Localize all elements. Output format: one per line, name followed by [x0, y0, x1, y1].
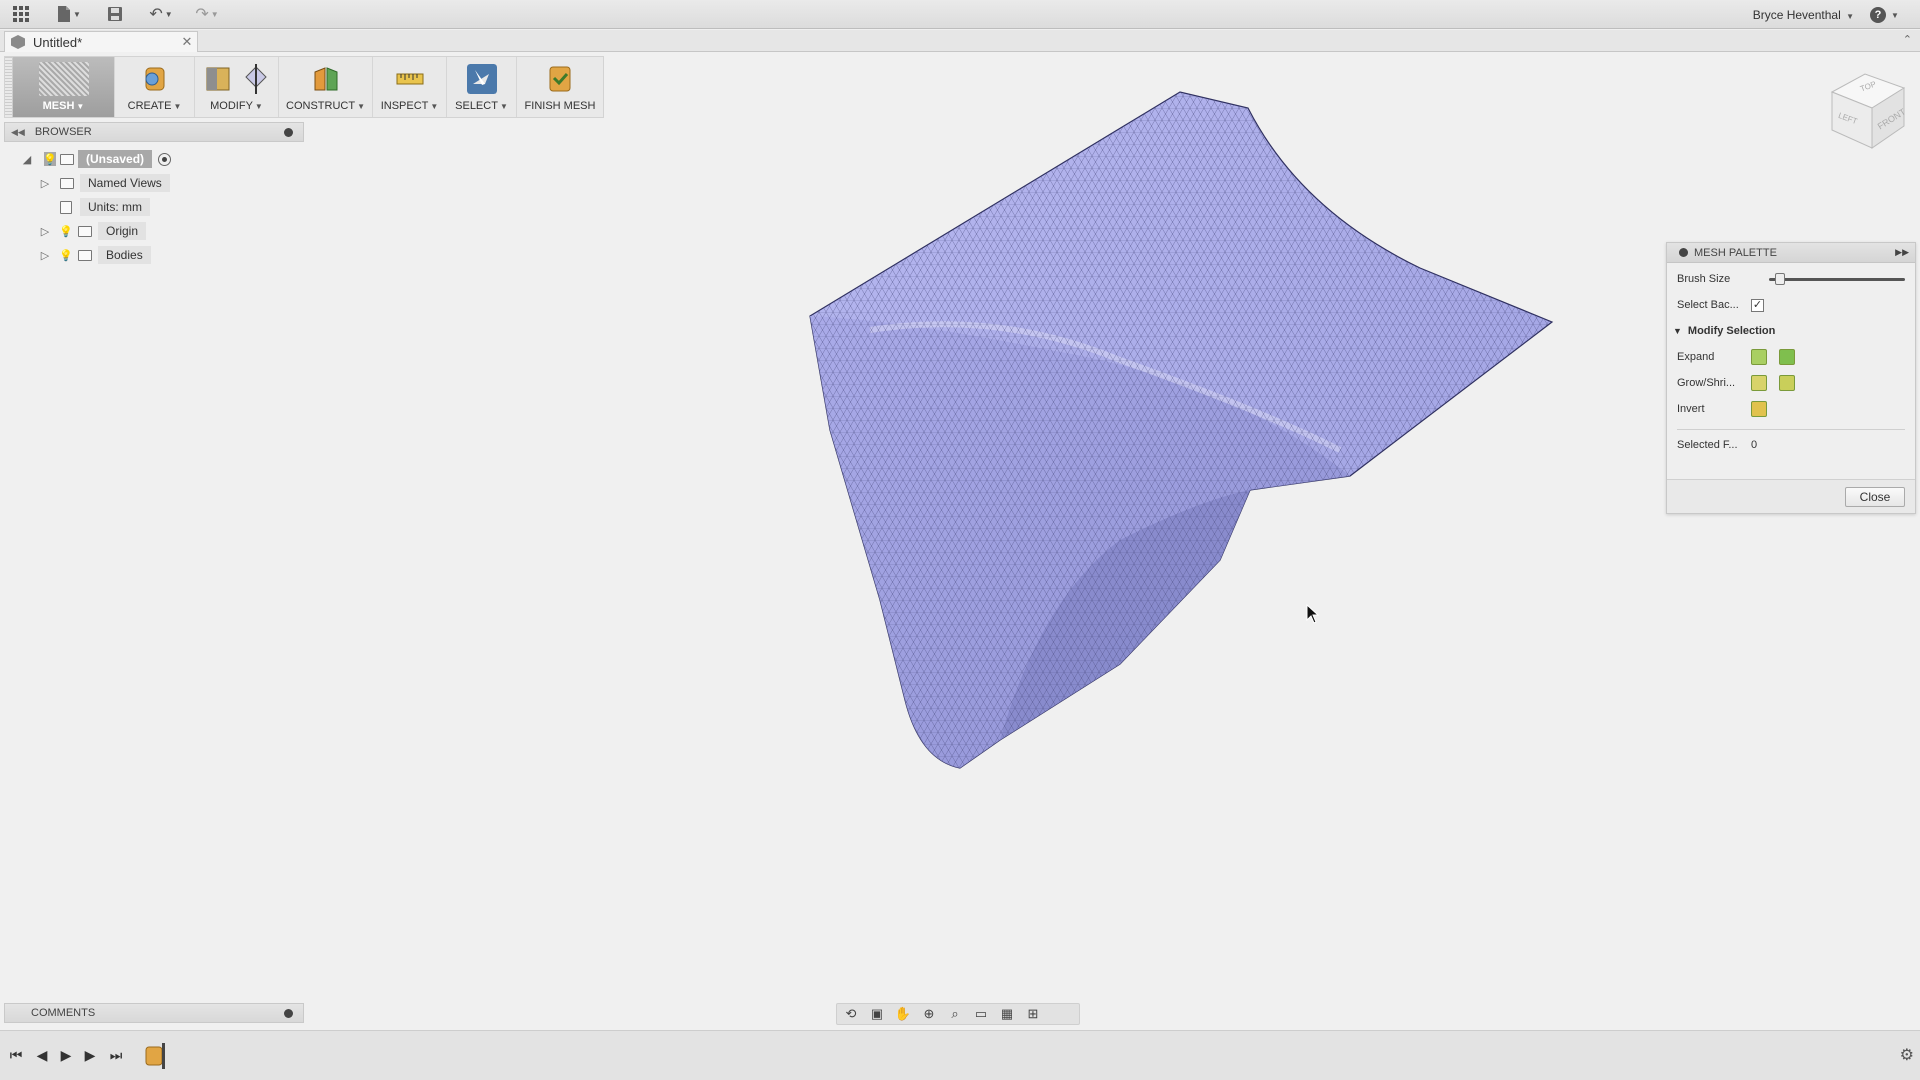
timeline-bar: ⏮ ◀ ▶ ▶ ⏭ ⚙ — [0, 1030, 1920, 1080]
slider-track — [1769, 278, 1905, 281]
select-back-label: Select Bac... — [1677, 299, 1739, 311]
navigation-bar: ⟲ ▣ ✋ ⊕ ⌕ ▭ ▦ ⊞ — [836, 1003, 1080, 1025]
palette-divider — [1677, 429, 1905, 430]
expand-by-face-icon[interactable] — [1751, 349, 1767, 365]
comments-panel: COMMENTS — [4, 1003, 304, 1023]
brush-size-label: Brush Size — [1677, 273, 1731, 285]
grow-shrink-label: Grow/Shri... — [1677, 377, 1736, 389]
expand-row: Expand — [1677, 347, 1807, 367]
pan-hand-icon[interactable]: ✋ — [893, 1006, 913, 1022]
invert-label: Invert — [1677, 403, 1705, 415]
orbit-icon[interactable]: ⟲ — [841, 1006, 861, 1022]
close-button[interactable]: Close — [1845, 487, 1905, 507]
brush-size-row: Brush Size — [1677, 269, 1907, 289]
grow-selection-icon[interactable] — [1751, 375, 1767, 391]
step-back-icon[interactable]: ◀ — [32, 1045, 52, 1065]
viewcube[interactable]: TOP FRONT LEFT — [1820, 64, 1910, 154]
comments-header[interactable]: COMMENTS — [4, 1003, 304, 1023]
comments-title: COMMENTS — [31, 1007, 96, 1019]
zoom-window-icon[interactable]: ⌕ — [945, 1006, 965, 1022]
slider-thumb[interactable] — [1775, 273, 1786, 285]
step-forward-icon[interactable]: ▶ — [80, 1045, 100, 1065]
go-to-start-icon[interactable]: ⏮ — [6, 1045, 26, 1065]
mesh-palette-header[interactable]: MESH PALETTE ▶▶ — [1667, 243, 1915, 263]
add-comment-icon[interactable] — [284, 1008, 293, 1018]
select-back-checkbox[interactable]: ✓ — [1751, 298, 1764, 312]
select-back-row: Select Bac... ✓ — [1677, 295, 1764, 315]
brush-size-slider[interactable] — [1769, 269, 1905, 289]
settings-gear-icon[interactable]: ⚙ — [1900, 1045, 1914, 1065]
look-at-icon[interactable]: ▣ — [867, 1006, 887, 1022]
selected-faces-label: Selected F... — [1677, 439, 1738, 451]
grow-shrink-row: Grow/Shri... — [1677, 373, 1807, 393]
mesh-body[interactable] — [809, 91, 1554, 769]
viewport-canvas[interactable] — [0, 0, 1920, 1080]
mesh-palette-title: MESH PALETTE — [1694, 246, 1777, 259]
palette-pin-icon[interactable] — [1679, 248, 1688, 257]
mouse-cursor-icon — [1306, 604, 1320, 624]
play-icon[interactable]: ▶ — [56, 1045, 76, 1065]
display-settings-icon[interactable]: ▭ — [971, 1006, 991, 1022]
viewports-icon[interactable]: ⊞ — [1023, 1006, 1043, 1022]
modify-selection-title: Modify Selection — [1687, 325, 1776, 337]
timeline-mesh-feature-icon[interactable] — [144, 1041, 170, 1071]
invert-row: Invert — [1677, 399, 1779, 419]
modify-selection-section[interactable]: ▼ Modify Selection — [1673, 325, 1775, 337]
collapse-section-icon[interactable]: ▼ — [1673, 326, 1682, 336]
grid-settings-icon[interactable]: ▦ — [997, 1006, 1017, 1022]
zoom-icon[interactable]: ⊕ — [919, 1006, 939, 1022]
mesh-palette: MESH PALETTE ▶▶ Brush Size Select Bac...… — [1666, 242, 1916, 514]
selected-faces-value: 0 — [1751, 439, 1758, 451]
palette-footer: Close — [1667, 479, 1915, 513]
expand-palette-icon[interactable]: ▶▶ — [1895, 247, 1909, 258]
expand-label: Expand — [1677, 351, 1715, 363]
expand-by-body-icon[interactable] — [1779, 349, 1795, 365]
invert-selection-icon[interactable] — [1751, 401, 1767, 417]
selected-faces-row: Selected F... 0 — [1677, 435, 1757, 455]
shrink-selection-icon[interactable] — [1779, 375, 1795, 391]
go-to-end-icon[interactable]: ⏭ — [106, 1045, 126, 1065]
